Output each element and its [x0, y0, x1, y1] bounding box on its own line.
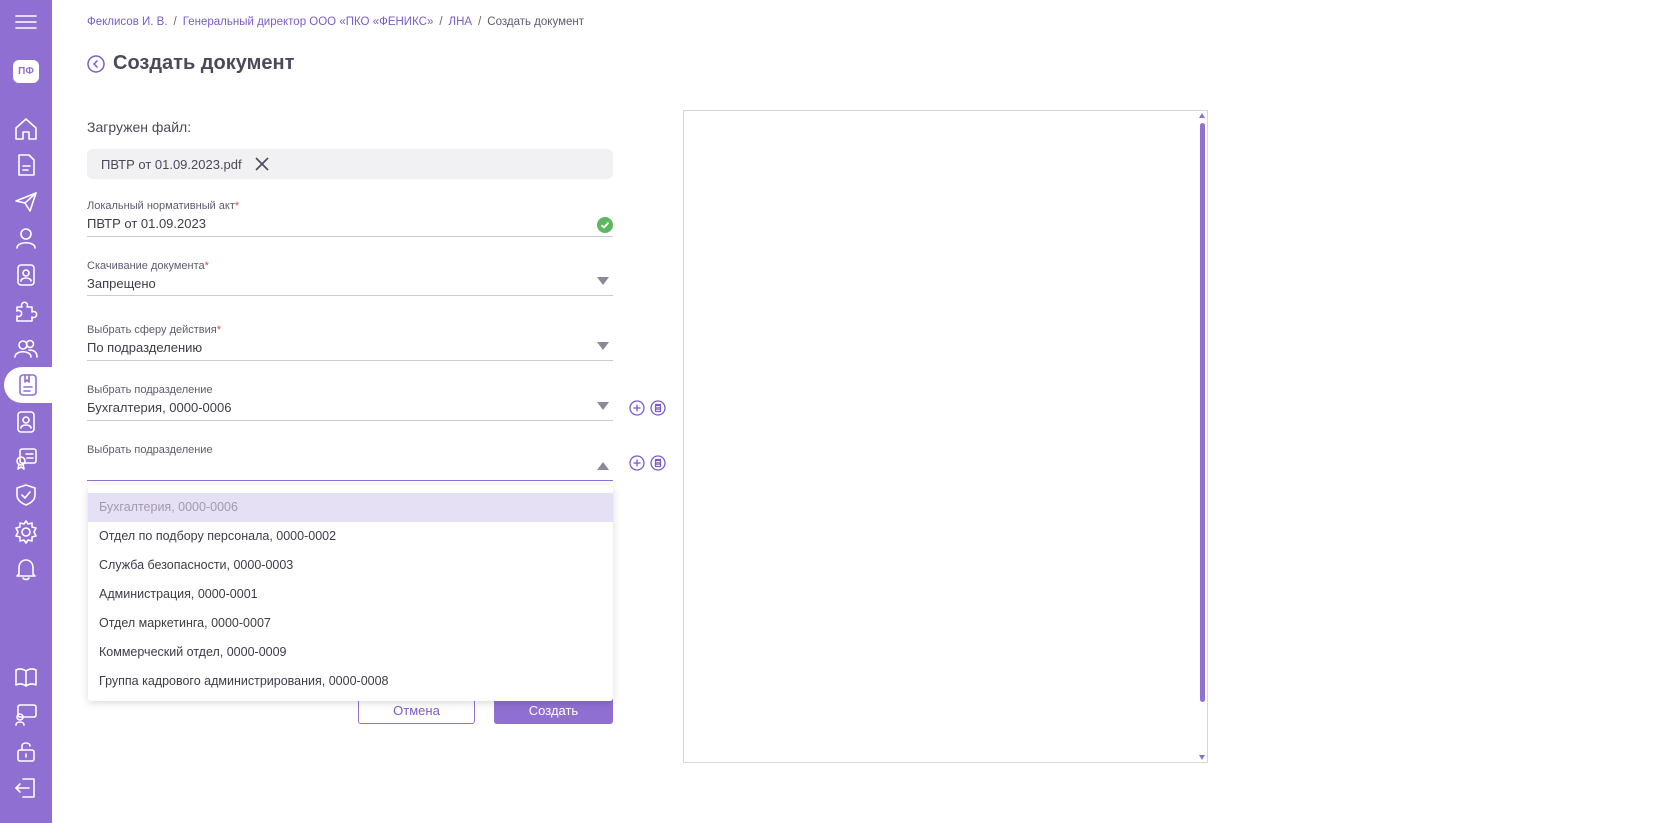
sidebar: ПФ	[0, 0, 52, 823]
dropdown-option[interactable]: Бухгалтерия, 0000-0006	[88, 493, 613, 522]
document-preview	[683, 110, 1208, 763]
department-select-2[interactable]: Выбрать подразделение	[87, 444, 613, 481]
file-chip: ПВТР от 01.09.2023.pdf	[87, 149, 613, 179]
delete-department-button[interactable]	[650, 400, 666, 416]
department-select-label: Выбрать подразделение	[87, 444, 213, 456]
chevron-up-icon[interactable]	[597, 462, 609, 470]
puzzle-icon[interactable]	[0, 293, 52, 329]
lna-field[interactable]: Локальный нормативный акт* ПВТР от 01.09…	[87, 200, 613, 237]
trash-icon	[650, 400, 666, 416]
scope-select[interactable]: Выбрать сферу действия* По подразделению	[87, 324, 613, 361]
dropdown-option[interactable]: Отдел маркетинга, 0000-0007	[88, 609, 613, 638]
lna-icon[interactable]	[4, 367, 52, 403]
department-select-value	[87, 458, 613, 478]
send-icon[interactable]	[0, 184, 52, 220]
menu-icon[interactable]	[0, 4, 52, 40]
department-select-value: Бухгалтерия, 0000-0006	[87, 400, 232, 415]
add-department-button[interactable]	[629, 455, 645, 471]
plus-circle-icon	[629, 455, 645, 471]
contacts-icon[interactable]	[0, 404, 52, 440]
department-dropdown: Бухгалтерия, 0000-0006 Отдел по подбору …	[88, 485, 613, 701]
chevron-down-icon[interactable]	[597, 402, 609, 410]
home-icon[interactable]	[0, 111, 52, 147]
chevron-down-icon[interactable]	[597, 342, 609, 350]
lna-field-value: ПВТР от 01.09.2023	[87, 216, 206, 231]
shield-icon[interactable]	[0, 477, 52, 513]
close-icon[interactable]	[254, 156, 270, 172]
title-row: Создать документ	[87, 52, 294, 75]
download-select-value: Запрещено	[87, 276, 156, 291]
lna-field-label: Локальный нормативный акт*	[87, 200, 240, 212]
add-department-button[interactable]	[629, 400, 645, 416]
breadcrumb-separator: /	[439, 16, 443, 28]
scope-select-value: По подразделению	[87, 340, 203, 355]
download-select[interactable]: Скачивание документа* Запрещено	[87, 260, 613, 296]
user-icon[interactable]	[0, 220, 52, 256]
dropdown-option[interactable]: Служба безопасности, 0000-0003	[88, 551, 613, 580]
department-select-label: Выбрать подразделение	[87, 384, 213, 396]
breadcrumb-link-lna[interactable]: ЛНА	[449, 16, 473, 28]
file-name: ПВТР от 01.09.2023.pdf	[101, 156, 242, 172]
breadcrumb-separator: /	[173, 16, 177, 28]
scrollbar[interactable]	[1200, 123, 1205, 702]
unlock-icon[interactable]	[0, 733, 52, 769]
badge-icon[interactable]	[0, 257, 52, 293]
scope-select-label: Выбрать сферу действия*	[87, 324, 222, 336]
dropdown-option[interactable]: Группа кадрового администрирования, 0000…	[88, 667, 613, 696]
gear-icon[interactable]	[0, 514, 52, 550]
dropdown-option[interactable]: Отдел по подбору персонала, 0000-0002	[88, 522, 613, 551]
presentation-icon[interactable]	[0, 696, 52, 732]
breadcrumb-link-position[interactable]: Генеральный директор ООО «ПКО «ФЕНИКС»	[183, 16, 434, 28]
breadcrumb-separator: /	[478, 16, 482, 28]
check-circle-icon	[597, 217, 613, 233]
loaded-file-label: Загружен файл:	[87, 119, 192, 135]
users-icon[interactable]	[0, 330, 52, 366]
dropdown-option[interactable]: Коммерческий отдел, 0000-0009	[88, 638, 613, 667]
book-icon[interactable]	[0, 659, 52, 695]
back-icon[interactable]	[87, 54, 105, 73]
logout-icon[interactable]	[0, 770, 52, 806]
breadcrumb: Феклисов И. В. / Генеральный директор ОО…	[87, 16, 584, 28]
breadcrumb-current: Создать документ	[487, 16, 584, 28]
page-title: Создать документ	[113, 52, 295, 74]
document-icon[interactable]	[0, 147, 52, 183]
trash-icon	[650, 455, 666, 471]
scroll-up-arrow[interactable]	[1199, 113, 1205, 118]
breadcrumb-link-user[interactable]: Феклисов И. В.	[87, 16, 168, 28]
dropdown-option[interactable]: Администрация, 0000-0001	[88, 580, 613, 609]
delete-department-button[interactable]	[650, 455, 666, 471]
bell-icon[interactable]	[0, 551, 52, 587]
certificate-icon[interactable]	[0, 440, 52, 476]
department-select-1[interactable]: Выбрать подразделение Бухгалтерия, 0000-…	[87, 384, 613, 421]
chevron-down-icon[interactable]	[597, 277, 609, 285]
avatar[interactable]: ПФ	[13, 60, 39, 83]
scroll-down-arrow[interactable]	[1199, 755, 1205, 760]
download-select-label: Скачивание документа*	[87, 260, 209, 272]
plus-circle-icon	[629, 400, 645, 416]
